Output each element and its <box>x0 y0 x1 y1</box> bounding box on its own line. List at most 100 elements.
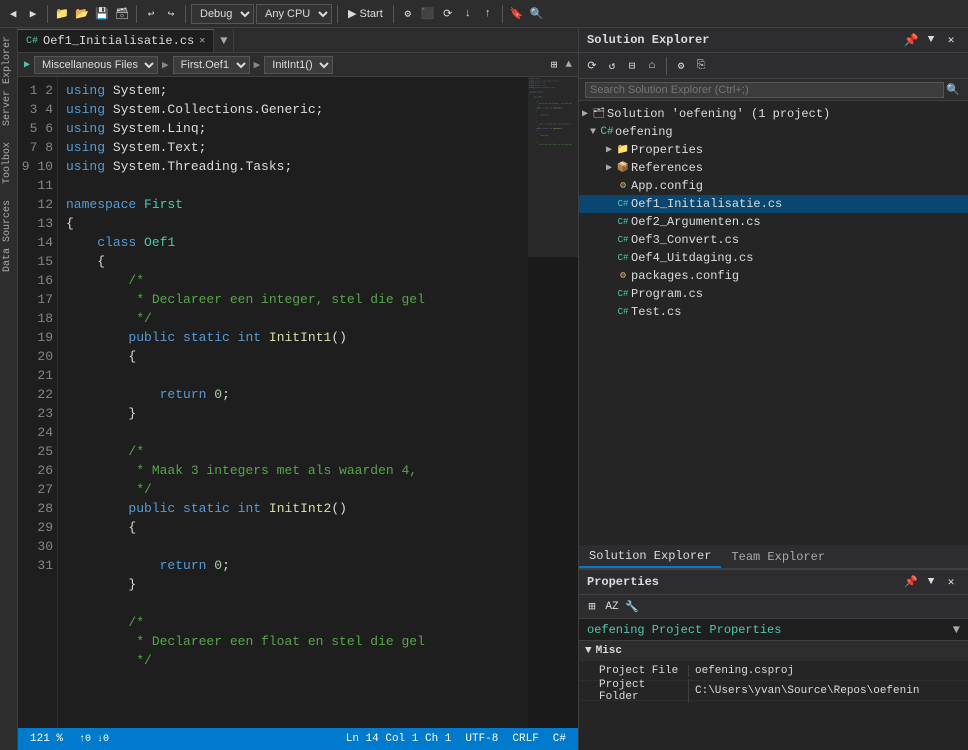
solution-icon: 🗂 <box>591 106 607 122</box>
attach-icon[interactable]: ⚙ <box>399 5 417 23</box>
se-header-buttons: 📌 ▼ ✕ <box>902 31 960 49</box>
back-icon[interactable]: ◀ <box>4 5 22 23</box>
tab-close-button[interactable]: ✕ <box>199 35 205 47</box>
find-icon[interactable]: 🔍 <box>528 5 546 23</box>
line-ending: CRLF <box>508 733 542 745</box>
server-explorer-label[interactable]: Server Explorer <box>0 28 17 134</box>
zoom-level[interactable]: 121 % <box>26 733 67 745</box>
status-bar: 121 % ↑0 ↓0 Ln 14 Col 1 Ch 1 UTF-8 CRLF … <box>18 728 578 750</box>
code-content[interactable]: using System; using System.Collections.G… <box>58 77 528 728</box>
se-pin-icon[interactable]: 📌 <box>902 31 920 49</box>
tree-test-file[interactable]: C# Test.cs <box>579 303 968 321</box>
props-subject: oefening Project Properties <box>587 623 781 637</box>
props-wrench-icon[interactable]: 🔧 <box>623 598 641 616</box>
file-tab-active[interactable]: C# Oef1_Initialisatie.cs ✕ <box>18 29 214 52</box>
line-numbers: 1 2 3 4 5 6 7 8 9 10 11 12 13 14 15 16 1… <box>18 77 58 728</box>
se-home-icon[interactable]: ⌂ <box>643 57 661 75</box>
props-misc-label: Misc <box>596 645 622 657</box>
sep4 <box>337 5 338 23</box>
forward-icon[interactable]: ▶ <box>24 5 42 23</box>
props-val-project-folder: C:\Users\yvan\Source\Repos\oefenin <box>689 685 968 697</box>
props-category-icon[interactable]: ⊞ <box>583 598 601 616</box>
se-collapse-icon[interactable]: ⊟ <box>623 57 641 75</box>
oef4-cs-icon: C# <box>615 250 631 266</box>
save-all-icon[interactable]: 🗃 <box>113 5 131 23</box>
sep5 <box>393 5 394 23</box>
method-dropdown[interactable]: InitInt1() <box>264 56 333 74</box>
oef3-cs-icon: C# <box>615 232 631 248</box>
project-dropdown[interactable]: Miscellaneous Files <box>34 56 158 74</box>
props-pin-icon[interactable]: 📌 <box>902 573 920 591</box>
project-label: oefening <box>615 125 673 139</box>
breakpoints-icon[interactable]: ⬛ <box>419 5 437 23</box>
se-header: Solution Explorer 📌 ▼ ✕ <box>579 28 968 53</box>
props-val-project-file: oefening.csproj <box>689 665 968 677</box>
props-subject-arrow: ▼ <box>953 623 960 637</box>
se-properties-icon[interactable]: ⚙ <box>672 57 690 75</box>
namespace-dropdown[interactable]: First.Oef1 <box>173 56 250 74</box>
step-in-icon[interactable]: ↓ <box>459 5 477 23</box>
tree-project-root[interactable]: ▼ C# oefening <box>579 123 968 141</box>
se-title: Solution Explorer <box>587 33 709 47</box>
tree-oef1-file[interactable]: C# Oef1_Initialisatie.cs <box>579 195 968 213</box>
toolbox-label[interactable]: Toolbox <box>0 134 17 192</box>
props-header: Properties 📌 ▼ ✕ <box>579 570 968 595</box>
properties-label: Properties <box>631 143 703 157</box>
props-key-project-file: Project File <box>579 665 689 677</box>
tree-references[interactable]: ▶ 📦 References <box>579 159 968 177</box>
open-icon[interactable]: 📂 <box>73 5 91 23</box>
save-icon[interactable]: 💾 <box>93 5 111 23</box>
line-col: Ln 14 Col 1 Ch 1 <box>342 733 456 745</box>
undo-icon[interactable]: ↩ <box>142 5 160 23</box>
path-sep: ▶ <box>162 58 169 72</box>
bookmark-icon[interactable]: 🔖 <box>508 5 526 23</box>
step-over-icon[interactable]: ⟳ <box>439 5 457 23</box>
redo-icon[interactable]: ↪ <box>162 5 180 23</box>
code-editor: 1 2 3 4 5 6 7 8 9 10 11 12 13 14 15 16 1… <box>18 77 578 728</box>
tab-bar: C# Oef1_Initialisatie.cs ✕ ▼ <box>18 28 578 53</box>
references-label: References <box>631 161 703 175</box>
right-panel: Solution Explorer 📌 ▼ ✕ ⟳ ↺ ⊟ ⌂ ⚙ ⎘ 🔍 <box>578 28 968 750</box>
tab-expand-button[interactable]: ▼ <box>214 29 234 52</box>
se-refresh-icon[interactable]: ↺ <box>603 57 621 75</box>
tree-oef3-file[interactable]: C# Oef3_Convert.cs <box>579 231 968 249</box>
se-toolbar: ⟳ ↺ ⊟ ⌂ ⚙ ⎘ <box>579 53 968 79</box>
packages-label: packages.config <box>631 269 739 283</box>
debug-config-dropdown[interactable]: Debug <box>191 4 254 24</box>
se-search-input[interactable] <box>585 82 944 98</box>
tab-team-explorer[interactable]: Team Explorer <box>721 545 835 568</box>
tree-properties[interactable]: ▶ 📁 Properties <box>579 141 968 159</box>
props-dropdown-icon[interactable]: ▼ <box>922 573 940 591</box>
sep6 <box>502 5 503 23</box>
encoding: UTF-8 <box>461 733 502 745</box>
props-name-bar: oefening Project Properties ▼ <box>579 619 968 641</box>
se-sync-icon[interactable]: ⟳ <box>583 57 601 75</box>
main-layout: Server Explorer Toolbox Data Sources C# … <box>0 28 968 750</box>
tree-app-config[interactable]: ⚙ App.config <box>579 177 968 195</box>
start-button[interactable]: ▶ Start <box>343 5 388 22</box>
props-alpha-icon[interactable]: AZ <box>603 598 621 616</box>
new-project-icon[interactable]: 📁 <box>53 5 71 23</box>
se-search-icon[interactable]: 🔍 <box>944 81 962 99</box>
tree-program-file[interactable]: C# Program.cs <box>579 285 968 303</box>
scroll-up-btn[interactable]: ▲ <box>565 59 572 71</box>
step-out-icon[interactable]: ↑ <box>479 5 497 23</box>
se-preview-icon[interactable]: ⎘ <box>692 57 710 75</box>
se-close-icon[interactable]: ✕ <box>942 31 960 49</box>
tree-solution-root[interactable]: ▶ 🗂 Solution 'oefening' (1 project) <box>579 105 968 123</box>
properties-expand: ▶ <box>603 144 615 156</box>
tab-solution-explorer[interactable]: Solution Explorer <box>579 545 721 568</box>
se-dropdown-icon[interactable]: ▼ <box>922 31 940 49</box>
props-close-icon[interactable]: ✕ <box>942 573 960 591</box>
cpu-config-dropdown[interactable]: Any CPU <box>256 4 332 24</box>
data-sources-label[interactable]: Data Sources <box>0 192 17 280</box>
se-tree: ▶ 🗂 Solution 'oefening' (1 project) ▼ C#… <box>579 101 968 545</box>
tree-packages-config[interactable]: ⚙ packages.config <box>579 267 968 285</box>
oef1-label: Oef1_Initialisatie.cs <box>631 197 782 211</box>
tree-oef4-file[interactable]: C# Oef4_Uitdaging.cs <box>579 249 968 267</box>
properties-folder-icon: 📁 <box>615 142 631 158</box>
props-row-project-folder[interactable]: Project Folder C:\Users\yvan\Source\Repo… <box>579 681 968 701</box>
collapse-all-btn[interactable]: ⊞ <box>551 58 558 72</box>
path-icon: ▶ <box>24 59 30 71</box>
tree-oef2-file[interactable]: C# Oef2_Argumenten.cs <box>579 213 968 231</box>
